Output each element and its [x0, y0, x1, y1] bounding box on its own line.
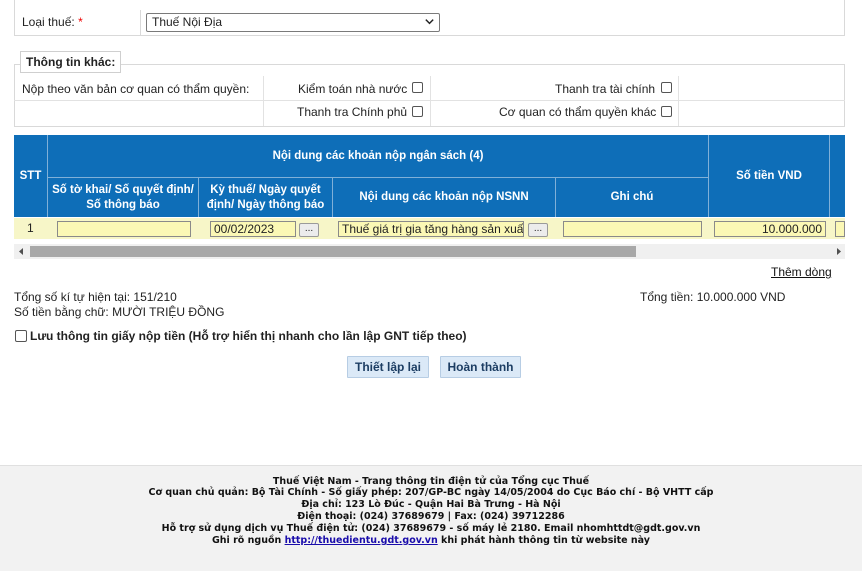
finance-inspect-checkbox[interactable]	[661, 82, 672, 93]
scrollbar-thumb[interactable]	[30, 246, 636, 257]
submit-by-doc-label: Nộp theo văn bản cơ quan có thẩm quyền:	[22, 82, 250, 96]
reset-button[interactable]: Thiết lập lại	[347, 356, 429, 378]
scroll-right-icon[interactable]	[834, 247, 843, 256]
footer-line: Điện thoại: (024) 37689679 | Fax: (024) …	[297, 511, 565, 522]
divider	[430, 76, 431, 126]
add-row-link[interactable]: Thêm dòng	[771, 265, 832, 279]
period-input[interactable]: 00/02/2023	[210, 221, 296, 237]
note-input[interactable]	[563, 221, 702, 237]
gov-inspect-label: Thanh tra Chính phủ	[297, 105, 408, 119]
save-info-label: Lưu thông tin giấy nộp tiền (Hỗ trợ hiển…	[30, 329, 467, 343]
tax-type-label: Loại thuế: *	[22, 15, 83, 29]
finance-inspect-label: Thanh tra tài chính	[555, 82, 656, 96]
tax-type-selected-value: Thuế Nội Địa	[152, 15, 223, 29]
row-stt: 1	[27, 221, 34, 235]
tax-type-select[interactable]: Thuế Nội Địa	[146, 13, 440, 32]
save-info-checkbox[interactable]	[15, 330, 27, 342]
footer: Thuế Việt Nam - Trang thông tin điện tử …	[0, 465, 862, 571]
scroll-left-icon[interactable]	[17, 247, 26, 256]
footer-line: Địa chỉ: 123 Lò Đúc - Quận Hai Bà Trưng …	[301, 499, 561, 510]
other-authority-checkbox[interactable]	[661, 106, 672, 117]
footer-line: Hỗ trợ sử dụng dịch vụ Thuế điện tử: (02…	[161, 523, 701, 534]
divider	[263, 76, 264, 126]
other-info-legend: Thông tin khác:	[20, 51, 122, 73]
divider	[678, 76, 679, 126]
header-divider	[829, 135, 830, 217]
finish-button[interactable]: Hoàn thành	[440, 356, 521, 378]
doc-no-input[interactable]	[57, 221, 191, 237]
required-mark: *	[78, 15, 83, 29]
extra-input[interactable]	[835, 221, 845, 237]
content-picker-button[interactable]: ...	[528, 223, 548, 237]
amount-in-words: Số tiền bằng chữ: MƯỜI TRIỆU ĐỒNG	[14, 305, 225, 319]
state-audit-label: Kiểm toán nhà nước	[298, 82, 408, 96]
header-note: Ghi chú	[610, 191, 654, 203]
header-stt: STT	[19, 169, 42, 182]
period-picker-button[interactable]: ...	[299, 223, 319, 237]
state-audit-checkbox[interactable]	[412, 82, 423, 93]
content-input[interactable]: Thuế giá trị gia tăng hàng sản xuất	[338, 221, 524, 237]
source-link[interactable]: http://thuedientu.gdt.gov.vn	[285, 535, 438, 546]
header-amount: Số tiền VND	[736, 169, 802, 182]
header-group: Nội dung các khoản nộp ngân sách (4)	[272, 149, 484, 162]
char-count: Tổng số kí tự hiện tại: 151/210	[14, 290, 177, 304]
header-period: Kỳ thuế/ Ngày quyết định/ Ngày thông báo	[206, 183, 325, 211]
amount-input[interactable]: 10.000.000	[714, 221, 826, 237]
gov-inspect-checkbox[interactable]	[412, 106, 423, 117]
other-authority-label: Cơ quan có thẩm quyền khác	[499, 105, 657, 119]
header-doc-no: Số tờ khai/ Số quyết định/ Số thông báo	[52, 183, 194, 211]
footer-line: Cơ quan chủ quản: Bộ Tài Chính - Số giấy…	[148, 487, 714, 498]
header-content: Nội dung các khoản nộp NSNN	[359, 191, 529, 203]
chevron-down-icon	[425, 19, 434, 25]
total-amount: Tổng tiền: 10.000.000 VND	[640, 290, 786, 304]
footer-line-source: Ghi rõ nguồn http://thuedientu.gdt.gov.v…	[212, 535, 650, 546]
footer-line: Thuế Việt Nam - Trang thông tin điện tử …	[272, 476, 590, 487]
